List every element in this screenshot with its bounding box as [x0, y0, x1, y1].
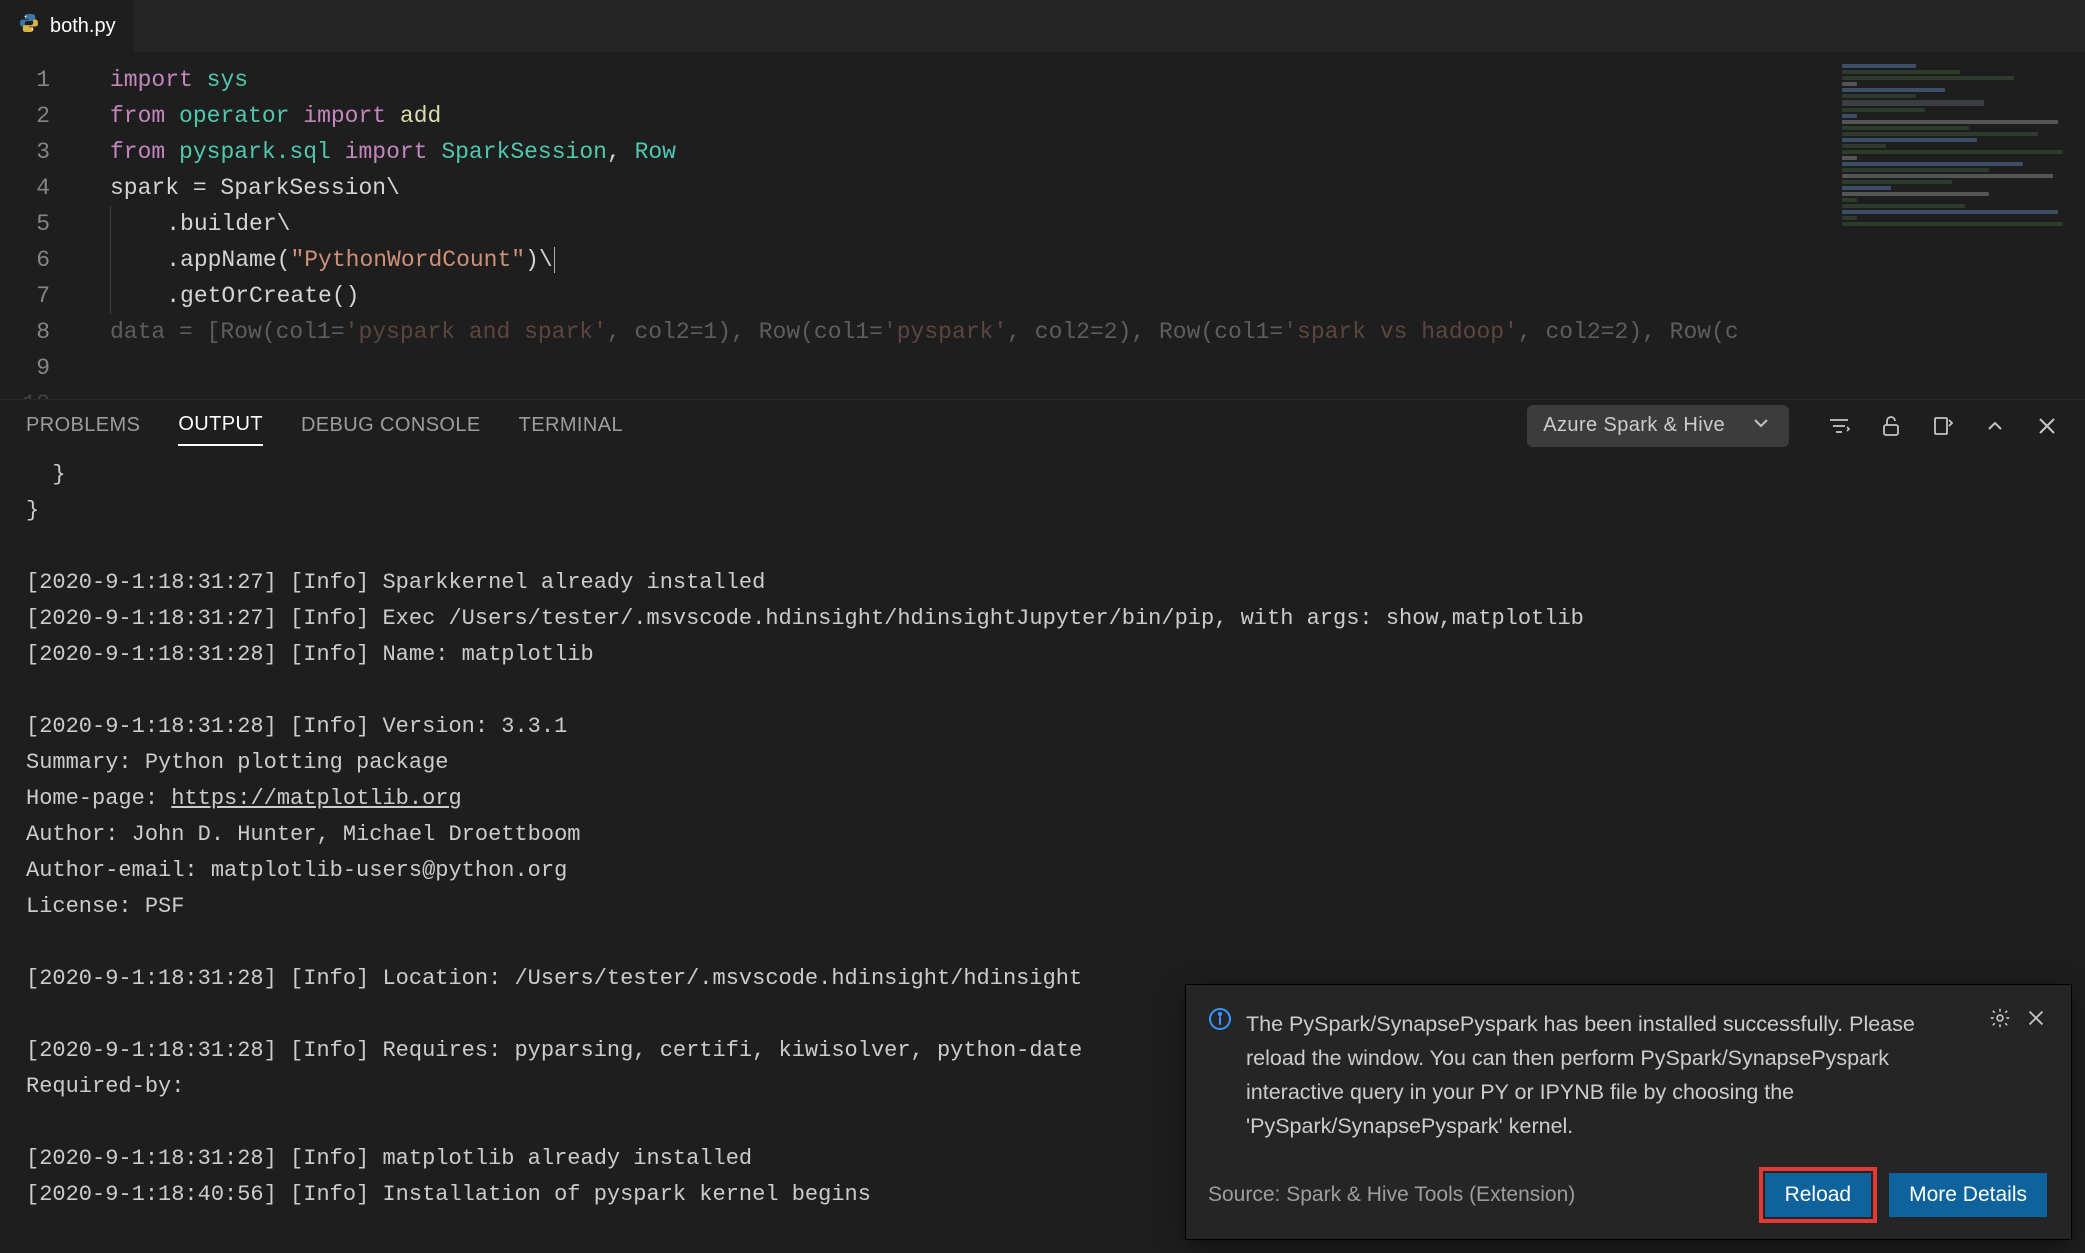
code-line: .builder\: [110, 206, 1825, 242]
code-line: spark = SparkSession\: [110, 170, 1825, 206]
line-number: 3: [0, 134, 70, 170]
output-channel-label: Azure Spark & Hive: [1543, 414, 1725, 437]
panel-tab-output[interactable]: OUTPUT: [178, 405, 263, 446]
output-line: [2020-9-1:18:31:28] [Info] Name: matplot…: [26, 637, 2059, 673]
line-number: 2: [0, 98, 70, 134]
output-line: [26, 925, 2059, 961]
gear-icon[interactable]: [1989, 1007, 2011, 1035]
output-line: [26, 673, 2059, 709]
output-line: License: PSF: [26, 889, 2059, 925]
code-line: data = [Row(col1='pyspark and spark', co…: [110, 314, 1825, 350]
chevron-down-icon: [1749, 411, 1773, 441]
notification-message: The PySpark/SynapsePyspark has been inst…: [1246, 1007, 1975, 1143]
panel-actions: [1827, 414, 2059, 438]
filter-icon[interactable]: [1827, 414, 1851, 438]
panel-header: PROBLEMS OUTPUT DEBUG CONSOLE TERMINAL A…: [0, 399, 2085, 451]
line-number: 1: [0, 62, 70, 98]
panel-tab-debug-console[interactable]: DEBUG CONSOLE: [301, 406, 481, 445]
chevron-up-icon[interactable]: [1983, 414, 2007, 438]
line-number: 10: [0, 386, 70, 399]
output-line: }: [26, 493, 2059, 529]
line-number: 4: [0, 170, 70, 206]
close-panel-icon[interactable]: [2035, 414, 2059, 438]
output-line: Author-email: matplotlib-users@python.or…: [26, 853, 2059, 889]
notification-toast: The PySpark/SynapsePyspark has been inst…: [1186, 985, 2071, 1239]
python-file-icon: [18, 12, 40, 40]
code-line: from pyspark.sql import SparkSession, Ro…: [110, 134, 1825, 170]
reload-button[interactable]: Reload: [1765, 1173, 1872, 1217]
app-root: both.py 12345678910 import sysfrom opera…: [0, 0, 2085, 1253]
panel-tab-problems[interactable]: PROBLEMS: [26, 406, 140, 445]
output-line: [26, 529, 2059, 565]
clear-output-icon[interactable]: [1931, 414, 1955, 438]
line-number: 8: [0, 314, 70, 350]
code-line: from operator import add: [110, 98, 1825, 134]
output-line: [2020-9-1:18:31:27] [Info] Sparkkernel a…: [26, 565, 2059, 601]
editor-tab-label: both.py: [50, 15, 116, 38]
line-number-gutter: 12345678910: [0, 62, 70, 399]
code-line: .appName("PythonWordCount")\: [110, 242, 1825, 278]
code-line: .getOrCreate(): [110, 278, 1825, 314]
editor-tab-bothpy[interactable]: both.py: [0, 0, 134, 52]
output-line: [2020-9-1:18:31:28] [Info] Version: 3.3.…: [26, 709, 2059, 745]
minimap[interactable]: [1834, 62, 2079, 252]
code-editor[interactable]: 12345678910 import sysfrom operator impo…: [0, 52, 2085, 399]
output-line: Home-page: https://matplotlib.org: [26, 781, 2059, 817]
more-details-button[interactable]: More Details: [1889, 1173, 2047, 1217]
lock-open-icon[interactable]: [1879, 414, 1903, 438]
output-link[interactable]: https://matplotlib.org: [171, 786, 461, 811]
code-line: import sys: [110, 62, 1825, 98]
code-content: import sysfrom operator import addfrom p…: [110, 62, 1825, 350]
info-icon: [1208, 1007, 1232, 1037]
close-icon[interactable]: [2025, 1007, 2047, 1035]
output-line: Author: John D. Hunter, Michael Droettbo…: [26, 817, 2059, 853]
line-number: 7: [0, 278, 70, 314]
line-number: 5: [0, 206, 70, 242]
output-line: }: [26, 457, 2059, 493]
line-number: 9: [0, 350, 70, 386]
panel-tab-terminal[interactable]: TERMINAL: [519, 406, 623, 445]
output-line: Summary: Python plotting package: [26, 745, 2059, 781]
editor-tabbar: both.py: [0, 0, 2085, 52]
output-channel-dropdown[interactable]: Azure Spark & Hive: [1527, 405, 1789, 447]
output-line: [2020-9-1:18:31:27] [Info] Exec /Users/t…: [26, 601, 2059, 637]
line-number: 6: [0, 242, 70, 278]
notification-source: Source: Spark & Hive Tools (Extension): [1208, 1183, 1747, 1207]
